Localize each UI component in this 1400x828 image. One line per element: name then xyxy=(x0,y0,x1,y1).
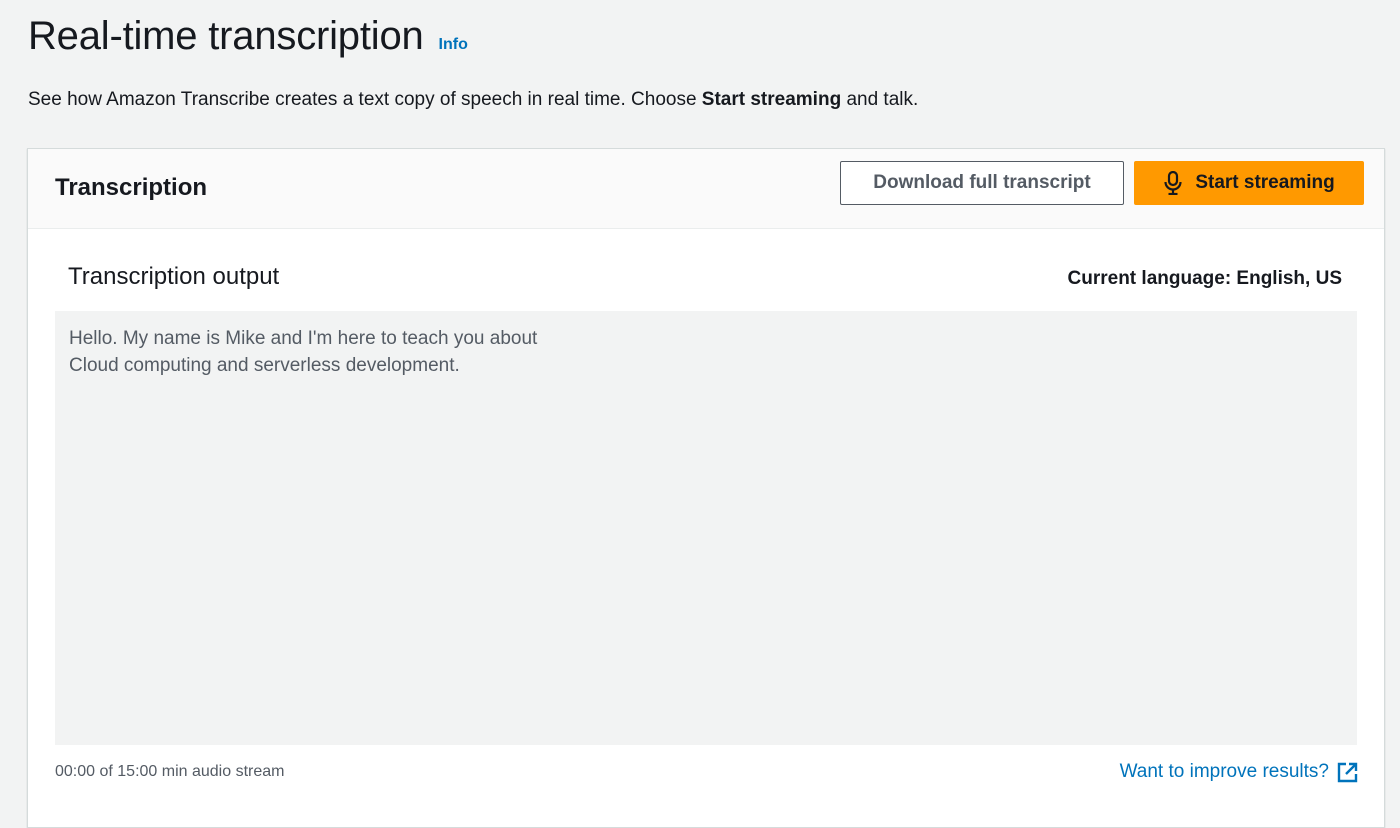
container-header: Transcription Download full transcript S… xyxy=(28,149,1384,229)
start-streaming-label: Start streaming xyxy=(1195,172,1335,193)
transcription-output-heading: Transcription output xyxy=(68,263,280,290)
improve-results-label: Want to improve results? xyxy=(1119,761,1329,782)
description-text-end: and talk. xyxy=(841,89,919,110)
external-link-icon xyxy=(1337,762,1358,783)
transcript-line: Hello. My name is Mike and I'm here to t… xyxy=(69,328,538,349)
microphone-icon xyxy=(1163,171,1183,195)
page-header: Real-time transcription Info xyxy=(28,14,468,59)
page-description: See how Amazon Transcribe creates a text… xyxy=(28,89,918,111)
container-title: Transcription xyxy=(55,174,208,201)
current-language: Current language: English, US xyxy=(1067,268,1342,289)
transcript-line: Cloud computing and serverless developme… xyxy=(69,355,460,376)
start-streaming-button[interactable]: Start streaming xyxy=(1134,161,1364,205)
description-text: See how Amazon Transcribe creates a text… xyxy=(28,89,702,110)
description-bold: Start streaming xyxy=(701,89,842,110)
audio-stream-status: 00:00 of 15:00 min audio stream xyxy=(55,763,285,780)
improve-results-link[interactable]: Want to improve results? xyxy=(1120,761,1358,783)
transcription-output-box: Hello. My name is Mike and I'm here to t… xyxy=(55,311,1357,745)
transcription-container: Transcription Download full transcript S… xyxy=(27,148,1385,828)
download-full-transcript-button[interactable]: Download full transcript xyxy=(840,161,1124,205)
page-title: Real-time transcription xyxy=(28,14,424,58)
info-link[interactable]: Info xyxy=(439,36,468,54)
